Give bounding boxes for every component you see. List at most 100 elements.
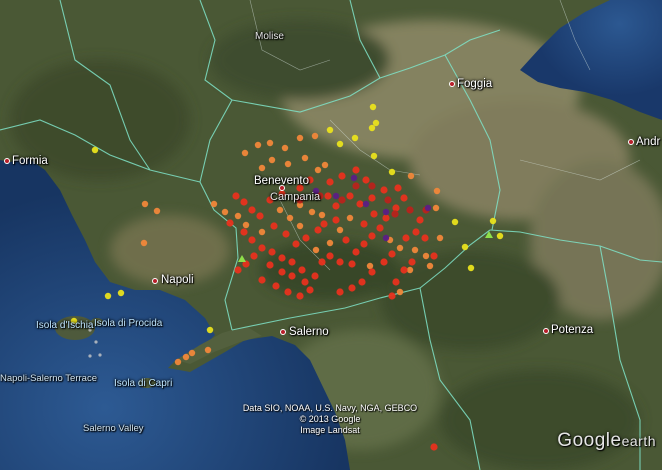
earthquake-marker-icon[interactable]: [368, 182, 376, 190]
earthquake-marker-icon[interactable]: [360, 220, 368, 228]
earthquake-marker-icon[interactable]: [432, 204, 440, 212]
earthquake-marker-icon[interactable]: [117, 289, 125, 297]
earthquake-marker-icon[interactable]: [430, 443, 438, 451]
label-benevento[interactable]: Benevento: [254, 175, 309, 187]
earthquake-marker-icon[interactable]: [296, 292, 304, 300]
earthquake-marker-icon[interactable]: [360, 240, 368, 248]
earthquake-marker-icon[interactable]: [362, 176, 370, 184]
earthquake-marker-icon[interactable]: [248, 206, 256, 214]
earthquake-marker-icon[interactable]: [332, 216, 340, 224]
earthquake-marker-icon[interactable]: [350, 174, 358, 182]
earthquake-marker-icon[interactable]: [368, 194, 376, 202]
earthquake-marker-icon[interactable]: [258, 244, 266, 252]
earthquake-marker-icon[interactable]: [234, 212, 242, 220]
earthquake-marker-icon[interactable]: [324, 192, 332, 200]
earthquake-marker-icon[interactable]: [336, 140, 344, 148]
earthquake-marker-icon[interactable]: [332, 192, 340, 200]
earthquake-marker-icon[interactable]: [268, 248, 276, 256]
earthquake-marker-icon[interactable]: [392, 204, 400, 212]
earthquake-marker-icon[interactable]: [370, 152, 378, 160]
city-marker-icon[interactable]: [152, 278, 158, 284]
earthquake-marker-icon[interactable]: [489, 217, 497, 225]
city-marker-icon[interactable]: [628, 139, 634, 145]
earthquake-marker-icon[interactable]: [382, 234, 390, 242]
earthquake-marker-icon[interactable]: [318, 258, 326, 266]
earthquake-marker-icon[interactable]: [451, 218, 459, 226]
earthquake-marker-icon[interactable]: [256, 212, 264, 220]
earthquake-marker-icon[interactable]: [369, 103, 377, 111]
label-formia[interactable]: Formia: [12, 155, 48, 167]
label-salerno[interactable]: Salerno: [289, 326, 329, 338]
earthquake-marker-icon[interactable]: [461, 243, 469, 251]
earthquake-marker-icon[interactable]: [258, 228, 266, 236]
earthquake-marker-icon[interactable]: [358, 278, 366, 286]
earthquake-marker-icon[interactable]: [412, 228, 420, 236]
earthquake-marker-icon[interactable]: [250, 252, 258, 260]
earthquake-marker-icon[interactable]: [424, 204, 432, 212]
earthquake-marker-icon[interactable]: [254, 141, 262, 149]
earthquake-marker-icon[interactable]: [352, 182, 360, 190]
earthquake-marker-icon[interactable]: [204, 346, 212, 354]
earthquake-marker-icon[interactable]: [278, 254, 286, 262]
city-marker-icon[interactable]: [280, 329, 286, 335]
earthquake-marker-icon[interactable]: [174, 358, 182, 366]
earthquake-marker-icon[interactable]: [388, 168, 396, 176]
earthquake-marker-icon[interactable]: [326, 252, 334, 260]
city-marker-icon[interactable]: [543, 328, 549, 334]
earthquake-marker-icon[interactable]: [380, 186, 388, 194]
earthquake-marker-icon[interactable]: [366, 262, 374, 270]
earthquake-marker-icon[interactable]: [352, 166, 360, 174]
earthquake-marker-icon[interactable]: [268, 156, 276, 164]
earthquake-marker-icon[interactable]: [370, 210, 378, 218]
earthquake-marker-icon[interactable]: [436, 234, 444, 242]
earthquake-marker-icon[interactable]: [226, 219, 234, 227]
earthquake-marker-icon[interactable]: [388, 292, 396, 300]
earthquake-marker-icon[interactable]: [342, 236, 350, 244]
earthquake-marker-icon[interactable]: [388, 250, 396, 258]
earthquake-marker-icon[interactable]: [302, 234, 310, 242]
earthquake-marker-icon[interactable]: [406, 266, 414, 274]
earthquake-marker-icon[interactable]: [348, 284, 356, 292]
earthquake-marker-icon[interactable]: [232, 192, 240, 200]
earthquake-marker-icon[interactable]: [308, 208, 316, 216]
earthquake-marker-icon[interactable]: [411, 246, 419, 254]
earthquake-marker-icon[interactable]: [346, 214, 354, 222]
earthquake-marker-icon[interactable]: [278, 268, 286, 276]
earthquake-marker-icon[interactable]: [382, 214, 390, 222]
earthquake-marker-icon[interactable]: [396, 288, 404, 296]
earthquake-marker-icon[interactable]: [352, 248, 360, 256]
earthquake-marker-icon[interactable]: [284, 288, 292, 296]
earthquake-marker-icon[interactable]: [351, 134, 359, 142]
earthquake-marker-icon[interactable]: [416, 216, 424, 224]
earthquake-marker-icon[interactable]: [301, 154, 309, 162]
earthquake-marker-icon[interactable]: [400, 266, 408, 274]
earthquake-marker-icon[interactable]: [467, 264, 475, 272]
earthquake-marker-icon[interactable]: [284, 160, 292, 168]
earthquake-marker-icon[interactable]: [210, 200, 218, 208]
earthquake-marker-icon[interactable]: [336, 258, 344, 266]
earthquake-marker-icon[interactable]: [188, 349, 196, 357]
triangle-marker-icon[interactable]: [238, 255, 246, 262]
earthquake-marker-icon[interactable]: [91, 146, 99, 154]
earthquake-marker-icon[interactable]: [380, 258, 388, 266]
earthquake-marker-icon[interactable]: [298, 266, 306, 274]
earthquake-marker-icon[interactable]: [311, 132, 319, 140]
earthquake-marker-icon[interactable]: [153, 207, 161, 215]
earthquake-marker-icon[interactable]: [392, 278, 400, 286]
earthquake-marker-icon[interactable]: [422, 252, 430, 260]
earthquake-marker-icon[interactable]: [266, 139, 274, 147]
earthquake-marker-icon[interactable]: [326, 126, 334, 134]
earthquake-marker-icon[interactable]: [376, 224, 384, 232]
earthquake-marker-icon[interactable]: [346, 192, 354, 200]
earthquake-marker-icon[interactable]: [272, 282, 280, 290]
earthquake-marker-icon[interactable]: [258, 276, 266, 284]
earthquake-marker-icon[interactable]: [182, 353, 190, 361]
earthquake-marker-icon[interactable]: [282, 230, 290, 238]
earthquake-marker-icon[interactable]: [496, 232, 504, 240]
earthquake-marker-icon[interactable]: [104, 292, 112, 300]
earthquake-marker-icon[interactable]: [140, 239, 148, 247]
earthquake-marker-icon[interactable]: [292, 240, 300, 248]
earthquake-marker-icon[interactable]: [314, 226, 322, 234]
earthquake-marker-icon[interactable]: [234, 266, 242, 274]
earthquake-marker-icon[interactable]: [296, 134, 304, 142]
